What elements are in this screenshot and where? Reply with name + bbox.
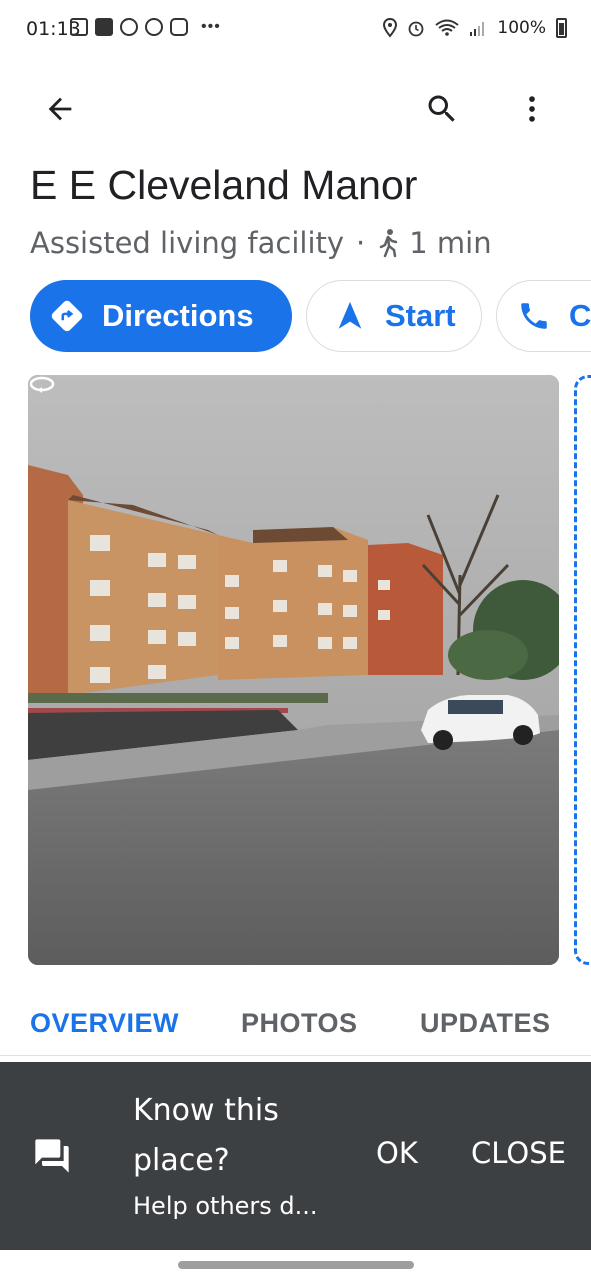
close-button[interactable]: CLOSE: [471, 1136, 566, 1170]
home-indicator[interactable]: [178, 1261, 414, 1269]
more-dots-icon: •••: [201, 18, 221, 35]
tab-overview[interactable]: OVERVIEW: [30, 1008, 179, 1039]
next-photo-card[interactable]: [574, 375, 591, 965]
snackbar-title: Know this place?: [133, 1093, 279, 1178]
forum-icon: [35, 1139, 69, 1173]
call-button[interactable]: Call: [496, 280, 591, 352]
tab-updates[interactable]: UPDATES: [420, 1008, 551, 1039]
more-vert-icon: [529, 96, 535, 122]
action-chips: Directions Start Call: [30, 280, 591, 352]
facebook-icon: [95, 18, 113, 36]
search-icon: [428, 95, 455, 122]
alarm-icon: [408, 21, 424, 37]
subtitle-separator: ·: [356, 226, 366, 260]
navigation-arrow-icon: [338, 301, 362, 329]
street-view-360-icon: [29, 376, 55, 393]
location-icon: [383, 18, 398, 38]
face-icon: [145, 18, 163, 36]
place-title: E E Cleveland Manor: [30, 162, 418, 208]
ok-button[interactable]: OK: [376, 1136, 418, 1170]
phone-icon: [521, 303, 547, 329]
start-label: Start: [385, 298, 456, 333]
battery-percent: 100%: [497, 18, 546, 38]
walking-icon: [380, 229, 398, 258]
status-bar: 01:13 ••• 100%: [0, 0, 591, 60]
place-category: Assisted living facility: [30, 226, 345, 260]
street-view-image: [28, 375, 559, 965]
arrow-back-icon: [48, 97, 72, 121]
street-view-photo[interactable]: [28, 375, 559, 965]
directions-icon: [51, 300, 83, 332]
back-button[interactable]: [36, 85, 84, 133]
notification-icons: •••: [70, 18, 221, 36]
directions-button[interactable]: Directions: [30, 280, 292, 352]
place-subtitle: Assisted living facility · 1 min: [30, 226, 492, 260]
snackbar-subtitle: Help others d...: [133, 1192, 318, 1220]
instagram-icon: [170, 18, 188, 36]
top-app-bar: [0, 75, 591, 141]
battery-icon: [556, 18, 567, 38]
photos-icon: [120, 18, 138, 36]
system-icons: 100%: [383, 18, 567, 38]
know-this-place-snackbar: Know this place? Help others d... OK CLO…: [0, 1062, 591, 1250]
message-icon: [70, 18, 88, 36]
directions-label: Directions: [102, 298, 254, 333]
call-label: Call: [569, 298, 591, 333]
tab-photos[interactable]: PHOTOS: [241, 1008, 358, 1039]
start-button[interactable]: Start: [306, 280, 482, 352]
signal-icon: [470, 22, 485, 36]
wifi-icon: [435, 19, 460, 36]
place-tabs: OVERVIEW PHOTOS UPDATES: [0, 990, 591, 1056]
walk-time: 1 min: [409, 226, 492, 260]
search-button[interactable]: [418, 85, 466, 133]
more-options-button[interactable]: [508, 85, 556, 133]
